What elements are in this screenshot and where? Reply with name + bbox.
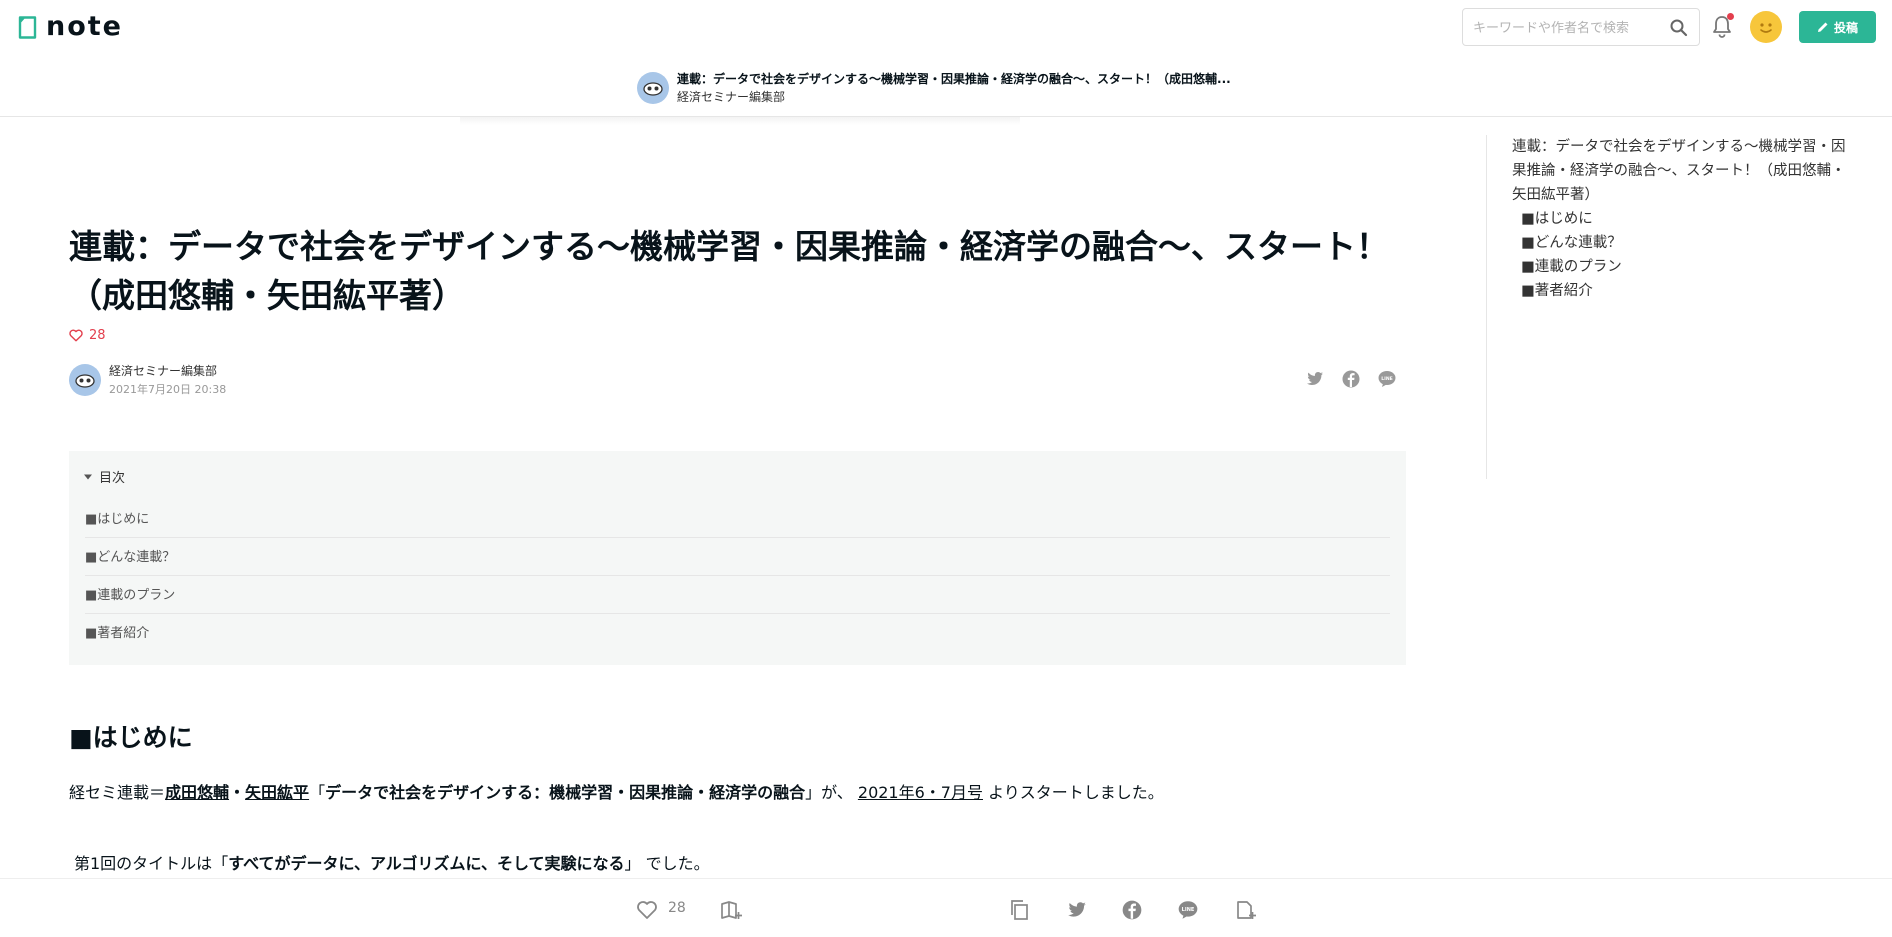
sidebar-divider [1486, 135, 1487, 479]
bottom-action-bar [0, 878, 1892, 937]
sidebar-toc-item-chosha-shokai[interactable]: ■著者紹介 [1521, 279, 1593, 303]
p1-quote-open: 「 [309, 783, 326, 802]
toc-item-donna-rensai[interactable]: ■どんな連載？ [85, 539, 1390, 576]
magazine-add-icon[interactable] [720, 899, 742, 921]
toc-label: 目次 [99, 471, 126, 486]
subheader-author[interactable]: 経済セミナー編集部 [677, 89, 785, 105]
p1-quote-close: 」 [805, 783, 822, 802]
p2-prefix: 第1回のタイトルは [74, 854, 213, 873]
embed-icon[interactable] [1234, 899, 1256, 921]
post-button[interactable]: 投稿 [1799, 11, 1876, 43]
p2-quote-close: 」 [624, 854, 641, 873]
episode-title: すべてがデータに、アルゴリズムに、そして実験になる [228, 854, 625, 873]
header-image-edge [460, 117, 1020, 125]
p1-separator: ・ [229, 783, 246, 802]
p1-prefix: 経セミ連載＝ [69, 783, 166, 802]
pencil-icon [1817, 22, 1828, 32]
p2-quote-open: 「 [212, 854, 229, 873]
smile-icon [1760, 23, 1772, 33]
post-button-label: 投稿 [1833, 20, 1858, 35]
caret-down-icon [84, 474, 92, 479]
search-input[interactable] [1471, 17, 1671, 39]
p1-suffix: よりスタートしました。 [982, 783, 1164, 802]
search-icon[interactable] [1669, 18, 1689, 38]
series-title: データで社会をデザインする：機械学習・因果推論・経済学の融合 [325, 783, 806, 802]
issue-link[interactable]: 2021年6・7月号 [858, 783, 983, 802]
twitter-icon[interactable] [1305, 369, 1325, 389]
global-header: note 投稿 [0, 0, 1892, 61]
heart-icon[interactable] [636, 899, 658, 921]
like-count-top[interactable]: 28 [69, 328, 106, 343]
p1-mid: が、 [821, 783, 858, 802]
heart-icon [69, 329, 83, 342]
table-of-contents: 目次 ■はじめに ■どんな連載？ ■連載のプラン ■著者紹介 [69, 451, 1406, 665]
published-date: 2021年7月20日 20:38 [109, 383, 227, 396]
line-icon[interactable]: LINE [1177, 899, 1199, 921]
author-link-yata[interactable]: 矢田紘平 [245, 783, 309, 802]
svg-text:LINE: LINE [1182, 907, 1195, 913]
toc-item-hajimeni[interactable]: ■はじめに [85, 501, 1390, 538]
twitter-icon[interactable] [1066, 899, 1088, 921]
note-logo-icon [18, 15, 37, 39]
line-icon[interactable]: LINE [1377, 369, 1397, 389]
search-box[interactable] [1462, 8, 1700, 46]
article-subheader [0, 60, 1892, 117]
logo-text: note [46, 11, 123, 42]
creator-avatar-icon [643, 82, 663, 96]
sidebar-toc-item-hajimeni[interactable]: ■はじめに [1521, 207, 1593, 231]
toc-item-rensai-plan[interactable]: ■連載のプラン [85, 577, 1390, 614]
author-avatar-icon [75, 374, 95, 388]
section-heading: ■はじめに [69, 723, 193, 752]
subheader-title[interactable]: 連載：データで社会をデザインする〜機械学習・因果推論・経済学の融合〜、スタート！… [677, 71, 1231, 87]
facebook-icon[interactable] [1121, 899, 1143, 921]
facebook-icon[interactable] [1341, 369, 1361, 389]
copy-link-icon[interactable] [1009, 899, 1031, 921]
creator-avatar[interactable] [637, 72, 669, 104]
author-name[interactable]: 経済セミナー編集部 [109, 364, 217, 378]
sidebar-toc-title[interactable]: 連載：データで社会をデザインする〜機械学習・因果推論・経済学の融合〜、スタート！… [1512, 135, 1852, 207]
bottom-like-count: 28 [668, 900, 686, 916]
body-paragraph-1: 経セミ連載＝成田悠輔・矢田紘平「データで社会をデザインする：機械学習・因果推論・… [69, 781, 1164, 805]
p2-suffix: でした。 [640, 854, 710, 873]
author-link-narita[interactable]: 成田悠輔 [165, 783, 229, 802]
notification-dot [1727, 13, 1734, 20]
article-title: 連載：データで社会をデザインする〜機械学習・因果推論・経済学の融合〜、スタート！… [69, 227, 1389, 315]
svg-text:LINE: LINE [1381, 376, 1393, 382]
note-logo[interactable]: note [18, 13, 123, 41]
sidebar-toc-item-donna-rensai[interactable]: ■どんな連載？ [1521, 231, 1622, 255]
like-count-value: 28 [89, 328, 106, 343]
sidebar-toc-item-rensai-plan[interactable]: ■連載のプラン [1521, 255, 1622, 279]
author-avatar[interactable] [69, 364, 101, 396]
toc-toggle[interactable]: 目次 [83, 467, 125, 486]
body-paragraph-2: 第1回のタイトルは「すべてがデータに、アルゴリズムに、そして実験になる」 でした… [74, 852, 710, 876]
user-avatar[interactable] [1750, 11, 1782, 43]
toc-item-chosha-shokai[interactable]: ■著者紹介 [85, 615, 1390, 652]
